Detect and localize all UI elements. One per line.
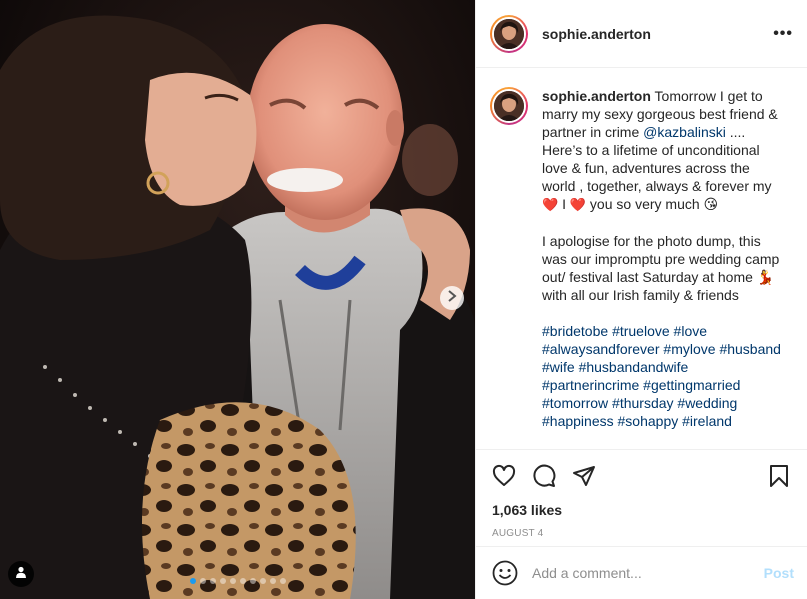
avatar[interactable] <box>490 14 528 53</box>
hashtag-link[interactable]: #happiness <box>542 413 614 429</box>
likes-count[interactable]: 1,063 likes <box>492 502 791 518</box>
hashtag-link[interactable]: #gettingmarried <box>643 377 740 393</box>
carousel-dot <box>189 578 196 584</box>
comment-input[interactable] <box>532 565 764 581</box>
mention-link[interactable]: @kazbalinski <box>643 124 726 140</box>
caption-username[interactable]: sophie.anderton <box>542 88 651 104</box>
comment-form: Post <box>476 546 807 599</box>
post-photo <box>0 0 475 599</box>
dancer-emoji: 💃 <box>756 269 775 285</box>
more-options-button[interactable]: ••• <box>773 25 793 43</box>
carousel-dot <box>269 578 276 584</box>
carousel-dot <box>209 578 216 584</box>
emoji-icon[interactable] <box>492 560 518 586</box>
carousel-dot <box>259 578 266 584</box>
comment-icon[interactable] <box>532 464 556 488</box>
hashtag-link[interactable]: #wife <box>542 359 575 375</box>
hashtag-link[interactable]: #partnerincrime <box>542 377 639 393</box>
carousel-dot <box>239 578 246 584</box>
hashtag-link[interactable]: #husbandandwife <box>579 359 689 375</box>
carousel-dot <box>229 578 236 584</box>
hashtag-link[interactable]: #ireland <box>682 413 732 429</box>
post-comment-button[interactable]: Post <box>764 565 794 581</box>
post-date[interactable]: AUGUST 4 <box>492 528 791 539</box>
hashtag-link[interactable]: #love <box>674 323 707 339</box>
hashtag-link[interactable]: #mylove <box>663 341 715 357</box>
hashtag-link[interactable]: #wedding <box>677 395 737 411</box>
kiss-emoji: 😘 <box>703 196 719 212</box>
hashtag-link[interactable]: #alwaysandforever <box>542 341 660 357</box>
hashtag-link[interactable]: #thursday <box>612 395 673 411</box>
next-photo-button[interactable] <box>440 286 464 310</box>
hashtag-list: #bridetobe #truelove #love #alwaysandfor… <box>542 322 782 430</box>
carousel-dot <box>279 578 286 584</box>
heart-emoji: ❤️ <box>542 197 559 212</box>
heart-icon[interactable] <box>492 464 516 488</box>
carousel-indicator <box>0 578 475 584</box>
hashtag-link[interactable]: #tomorrow <box>542 395 608 411</box>
carousel-dot <box>199 578 206 584</box>
post-media[interactable] <box>0 0 475 599</box>
post-details-panel: sophie.anderton ••• sophie.anderton Tomo… <box>475 0 807 599</box>
hashtag-link[interactable]: #sohappy <box>618 413 679 429</box>
share-icon[interactable] <box>572 464 596 488</box>
caption-avatar[interactable] <box>490 87 528 125</box>
chevron-right-icon <box>447 289 457 307</box>
caption-paragraph-2-end: with all our Irish family & friends <box>542 287 739 303</box>
hashtag-link[interactable]: #bridetobe <box>542 323 608 339</box>
hashtag-link[interactable]: #truelove <box>612 323 670 339</box>
carousel-dot <box>249 578 256 584</box>
post-actions: 1,063 likes AUGUST 4 <box>476 449 807 539</box>
caption: sophie.anderton Tomorrow I get to marry … <box>542 87 782 430</box>
caption-area: sophie.anderton Tomorrow I get to marry … <box>476 69 807 448</box>
caption-text-i: I <box>558 196 570 212</box>
header-username[interactable]: sophie.anderton <box>542 26 773 42</box>
post-header: sophie.anderton ••• <box>476 0 807 68</box>
caption-paragraph-2: I apologise for the photo dump, this was… <box>542 233 780 285</box>
bookmark-icon[interactable] <box>767 464 791 488</box>
hashtag-link[interactable]: #husband <box>719 341 781 357</box>
caption-text-after: you so very much <box>586 196 704 212</box>
carousel-dot <box>219 578 226 584</box>
heart-emoji: ❤️ <box>569 197 587 212</box>
